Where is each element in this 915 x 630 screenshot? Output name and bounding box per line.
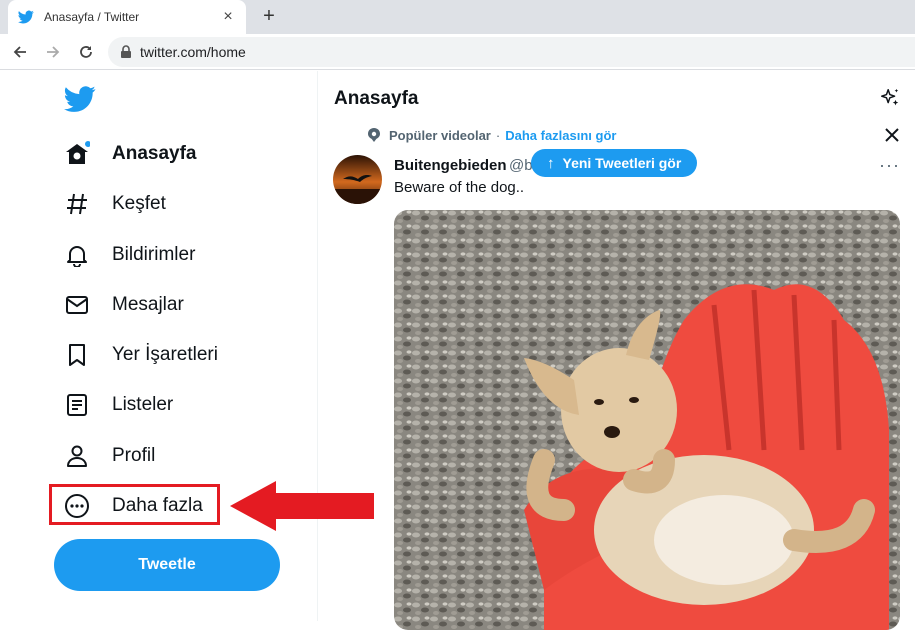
tab-title: Anasayfa / Twitter bbox=[44, 10, 140, 24]
sidebar-item-label: Yer İşaretleri bbox=[112, 344, 218, 365]
sidebar-item-profile[interactable]: Profil bbox=[62, 440, 155, 472]
tweet-video[interactable] bbox=[394, 210, 900, 630]
address-bar[interactable]: twitter.com/home bbox=[108, 37, 915, 67]
home-icon bbox=[62, 139, 92, 169]
back-arrow-icon bbox=[13, 46, 26, 58]
tweet-text: Beware of the dog.. bbox=[394, 179, 525, 196]
reload-button[interactable] bbox=[74, 40, 98, 64]
flame-icon bbox=[368, 128, 380, 142]
sidebar-item-messages[interactable]: Mesajlar bbox=[62, 289, 184, 321]
tweet-more-options-icon[interactable]: ··· bbox=[879, 155, 900, 176]
back-button[interactable] bbox=[8, 40, 32, 64]
annotation-highlight-box bbox=[49, 484, 220, 525]
url-text: twitter.com/home bbox=[140, 44, 246, 60]
new-tab-button[interactable]: + bbox=[258, 6, 280, 28]
person-icon bbox=[62, 441, 92, 471]
sidebar-item-notifications[interactable]: Bildirimler bbox=[62, 239, 195, 271]
bookmark-icon bbox=[62, 340, 92, 370]
page-title: Anasayfa bbox=[334, 88, 419, 109]
list-icon bbox=[62, 390, 92, 420]
sidebar-item-label: Listeler bbox=[112, 394, 174, 415]
left-sidebar: Anasayfa Keşfet Bildirimler Mesajlar Yer… bbox=[0, 71, 374, 621]
sidebar-item-label: Anasayfa bbox=[112, 143, 197, 164]
sidebar-item-label: Mesajlar bbox=[112, 294, 184, 315]
hashtag-icon bbox=[62, 189, 92, 219]
sidebar-item-label: Profil bbox=[112, 445, 156, 466]
sidebar-item-home[interactable]: Anasayfa bbox=[62, 138, 197, 170]
arrow-up-icon: ↑ bbox=[547, 154, 555, 172]
twitter-favicon-icon bbox=[18, 10, 34, 24]
avatar[interactable] bbox=[333, 155, 382, 204]
tab-close-icon[interactable]: × bbox=[220, 8, 236, 26]
browser-toolbar: twitter.com/home bbox=[0, 34, 915, 70]
lock-icon bbox=[121, 45, 131, 58]
sidebar-item-label: Bildirimler bbox=[112, 244, 196, 265]
main-timeline: Anasayfa Popüler videolar · Daha fazlası… bbox=[319, 71, 915, 630]
popular-videos-label: Popüler videolar bbox=[389, 127, 491, 143]
tweet-handle[interactable]: @b bbox=[509, 157, 533, 174]
sidebar-item-explore[interactable]: Keşfet bbox=[62, 188, 166, 220]
see-more-link[interactable]: Daha fazlasını gör bbox=[505, 128, 616, 143]
tweet-button[interactable]: Tweetle bbox=[54, 539, 280, 591]
sidebar-item-lists[interactable]: Listeler bbox=[62, 389, 173, 421]
envelope-icon bbox=[62, 290, 92, 320]
twitter-logo-icon[interactable] bbox=[64, 83, 96, 115]
browser-tab[interactable]: Anasayfa / Twitter × bbox=[8, 0, 246, 34]
browser-tabstrip: Anasayfa / Twitter × + bbox=[0, 0, 915, 34]
close-icon[interactable] bbox=[882, 125, 902, 145]
forward-button[interactable] bbox=[41, 40, 65, 64]
bell-icon bbox=[62, 240, 92, 270]
tweet-author[interactable]: Buitengebieden bbox=[394, 157, 507, 174]
sparkle-icon[interactable] bbox=[879, 87, 901, 109]
new-tweets-button[interactable]: ↑ Yeni Tweetleri gör bbox=[531, 149, 698, 177]
forward-arrow-icon bbox=[47, 46, 60, 58]
new-tweets-label: Yeni Tweetleri gör bbox=[562, 155, 682, 171]
separator-dot: · bbox=[495, 127, 501, 143]
popular-videos-header: Popüler videolar · Daha fazlasını gör bbox=[367, 127, 616, 143]
reload-icon bbox=[80, 46, 92, 58]
sidebar-item-label: Keşfet bbox=[112, 193, 166, 214]
sidebar-item-bookmarks[interactable]: Yer İşaretleri bbox=[62, 339, 218, 371]
